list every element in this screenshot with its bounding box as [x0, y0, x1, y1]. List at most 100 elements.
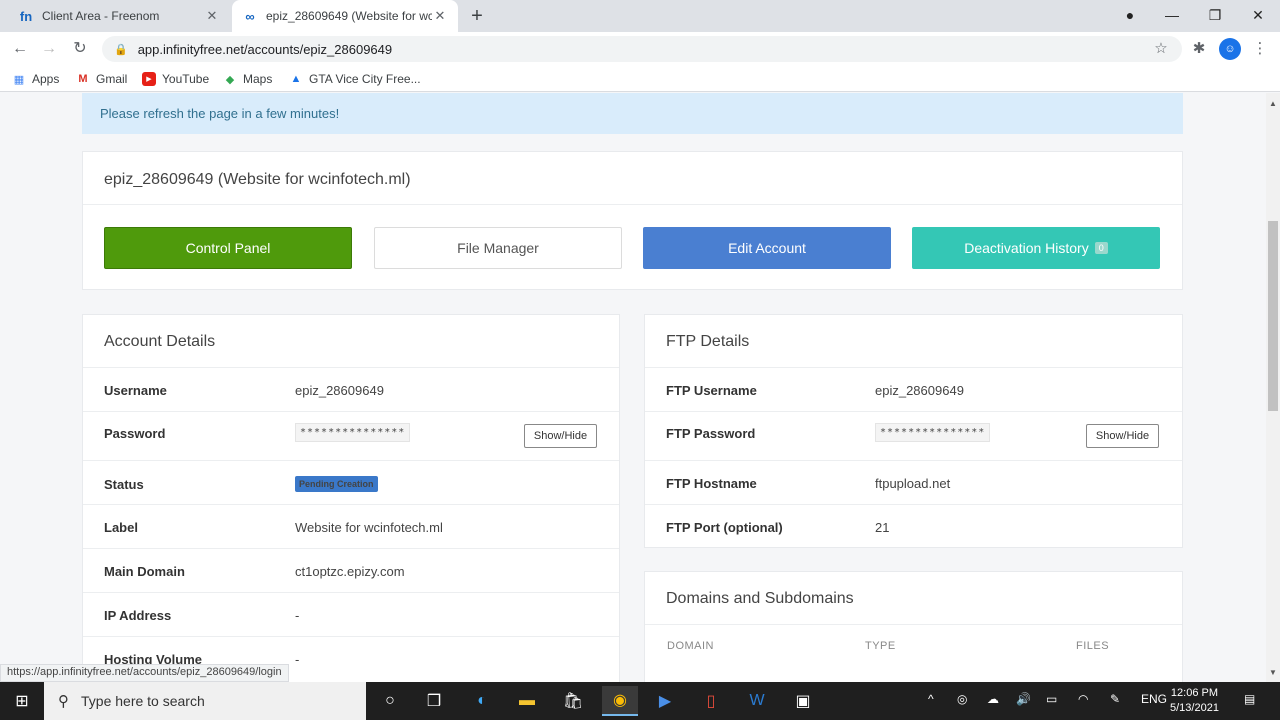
edit-account-button[interactable]: Edit Account: [643, 227, 891, 269]
forward-arrow-icon[interactable]: →: [37, 37, 61, 61]
close-window-icon[interactable]: ✕: [1246, 4, 1270, 26]
chrome-icon[interactable]: ◉: [602, 686, 638, 716]
detail-value: epiz_28609649: [295, 383, 384, 398]
menu-kebab-icon[interactable]: ⋮: [1249, 38, 1271, 60]
detail-row-password: Password *************** Show/Hide: [83, 411, 619, 460]
account-title: epiz_28609649 (Website for wcinfotech.ml…: [104, 171, 411, 188]
app-window-icon[interactable]: ▣: [785, 686, 821, 716]
edge-icon[interactable]: ◐: [464, 686, 500, 716]
bookmark-maps[interactable]: ◆ Maps: [223, 70, 273, 88]
bookmark-apps[interactable]: ▦ Apps: [12, 70, 60, 88]
show-hide-password-button[interactable]: Show/Hide: [524, 424, 597, 448]
cortana-icon[interactable]: ○: [372, 686, 408, 716]
new-tab-button[interactable]: +: [466, 5, 488, 27]
office-icon[interactable]: ▯: [693, 686, 729, 716]
scrollbar-thumb[interactable]: [1268, 221, 1278, 411]
powershell-icon[interactable]: ▶: [647, 686, 683, 716]
bookmark-label: Apps: [32, 72, 60, 86]
minimize-icon[interactable]: —: [1160, 4, 1184, 26]
restore-icon[interactable]: ❐: [1203, 4, 1227, 26]
divider: [645, 624, 1182, 625]
ftp-row-hostname: FTP Hostname ftpupload.net: [645, 460, 1182, 504]
detail-row-username: Username epiz_28609649: [83, 367, 619, 411]
column-header-type[interactable]: TYPE: [865, 640, 896, 652]
tab-infinityfree[interactable]: ∞ epiz_28609649 (Website for wcin ✕: [232, 0, 458, 32]
show-hide-ftp-password-button[interactable]: Show/Hide: [1086, 424, 1159, 448]
windows-taskbar: ⊞ ⚲ Type here to search ○ ❒ ◐ ▬ 🛍 ◉ ▶ ▯ …: [0, 682, 1280, 720]
extensions-puzzle-icon[interactable]: ✱: [1188, 38, 1210, 60]
bookmark-gmail[interactable]: M Gmail: [76, 70, 127, 88]
column-header-domain[interactable]: DOMAIN: [667, 640, 714, 652]
bookmark-label: GTA Vice City Free...: [309, 72, 421, 86]
tab-title: Client Area - Freenom: [42, 9, 160, 23]
tray-app-icon[interactable]: ◎: [957, 692, 967, 706]
detail-row-label: Label Website for wcinfotech.ml: [83, 504, 619, 548]
detail-label: IP Address: [104, 608, 172, 623]
wifi-icon[interactable]: ◠: [1078, 692, 1088, 706]
refresh-alert: Please refresh the page in a few minutes…: [82, 93, 1183, 134]
profile-dropdown-icon[interactable]: ●: [1118, 4, 1142, 26]
bookmark-star-icon[interactable]: ☆: [1150, 38, 1172, 60]
ftp-value: epiz_28609649: [875, 383, 964, 398]
task-view-icon[interactable]: ❒: [416, 686, 452, 716]
search-icon: ⚲: [58, 693, 69, 710]
divider: [83, 204, 1182, 205]
ftp-label: FTP Username: [666, 383, 757, 398]
tab-title: epiz_28609649 (Website for wcin: [266, 9, 432, 23]
status-bar-url: https://app.infinityfree.net/accounts/ep…: [0, 664, 289, 682]
notifications-icon[interactable]: ▤: [1244, 692, 1255, 706]
network-status-icon[interactable]: ☁: [987, 692, 999, 706]
ftp-value: ftpupload.net: [875, 476, 951, 491]
lock-icon: 🔒: [114, 43, 128, 56]
volume-icon[interactable]: 🔊: [1016, 692, 1031, 706]
file-manager-button[interactable]: File Manager: [374, 227, 622, 269]
ftp-value: 21: [875, 520, 890, 535]
back-arrow-icon[interactable]: ←: [8, 37, 32, 61]
scroll-up-arrow-icon[interactable]: ▲: [1269, 99, 1277, 108]
profile-avatar[interactable]: ☺: [1219, 38, 1241, 60]
ftp-password-masked: ***************: [875, 423, 991, 442]
column-header-files[interactable]: FILES: [1076, 640, 1109, 652]
bookmark-favicon: ▲: [290, 73, 302, 85]
tab-freenom[interactable]: fn Client Area - Freenom ✕: [8, 0, 230, 32]
ftp-label: FTP Password: [666, 426, 756, 441]
bookmark-gta[interactable]: ▲ GTA Vice City Free...: [289, 70, 421, 88]
pen-icon[interactable]: ✎: [1110, 692, 1120, 706]
battery-icon[interactable]: ▭: [1046, 692, 1057, 706]
bookmark-youtube[interactable]: ▶ YouTube: [142, 70, 209, 88]
bookmarks-bar: ▦ Apps M Gmail ▶ YouTube ◆ Maps ▲ GTA Vi…: [0, 66, 1280, 92]
page-scrollbar[interactable]: ▲ ▼: [1266, 93, 1280, 682]
tray-chevron-icon[interactable]: ^: [928, 692, 934, 706]
ftp-details-card: FTP Details FTP Username epiz_28609649 F…: [644, 314, 1183, 548]
domains-card: Domains and Subdomains DOMAIN TYPE FILES: [644, 571, 1183, 682]
detail-label: Password: [104, 426, 166, 441]
ftp-row-port: FTP Port (optional) 21: [645, 504, 1182, 548]
file-explorer-icon[interactable]: ▬: [509, 686, 545, 716]
gmail-icon: M: [78, 73, 88, 85]
apps-grid-icon: ▦: [13, 73, 25, 86]
bookmark-label: Maps: [243, 72, 273, 86]
detail-value: ct1optzc.epizy.com: [295, 564, 405, 579]
language-indicator[interactable]: ENG: [1141, 692, 1167, 706]
tab-strip: fn Client Area - Freenom ✕ ∞ epiz_286096…: [0, 0, 1280, 32]
store-icon[interactable]: 🛍: [555, 686, 591, 716]
bookmark-label: YouTube: [162, 72, 210, 86]
account-details-card: Account Details Username epiz_28609649 P…: [82, 314, 620, 682]
scroll-down-arrow-icon[interactable]: ▼: [1269, 668, 1277, 677]
close-tab-icon[interactable]: ✕: [432, 8, 448, 24]
close-tab-icon[interactable]: ✕: [204, 8, 220, 24]
browser-toolbar: ← → ↻ 🔒 app.infinityfree.net/accounts/ep…: [0, 32, 1280, 66]
detail-value: Website for wcinfotech.ml: [295, 520, 443, 535]
deactivation-history-label: Deactivation History: [964, 240, 1089, 256]
address-bar[interactable]: 🔒 app.infinityfree.net/accounts/epiz_286…: [102, 36, 1182, 62]
detail-row-main-domain: Main Domain ct1optzc.epizy.com: [83, 548, 619, 592]
deactivation-history-button[interactable]: Deactivation History 0: [912, 227, 1160, 269]
clock[interactable]: 12:06 PM 5/13/2021: [1170, 686, 1219, 716]
taskbar-search-box[interactable]: ⚲ Type here to search: [44, 682, 366, 720]
taskbar-search-placeholder: Type here to search: [81, 693, 205, 709]
word-icon[interactable]: W: [739, 686, 775, 716]
ftp-label: FTP Port (optional): [666, 520, 783, 535]
reload-icon[interactable]: ↻: [68, 37, 92, 61]
windows-start-icon[interactable]: ⊞: [0, 682, 44, 720]
control-panel-button[interactable]: Control Panel: [104, 227, 352, 269]
